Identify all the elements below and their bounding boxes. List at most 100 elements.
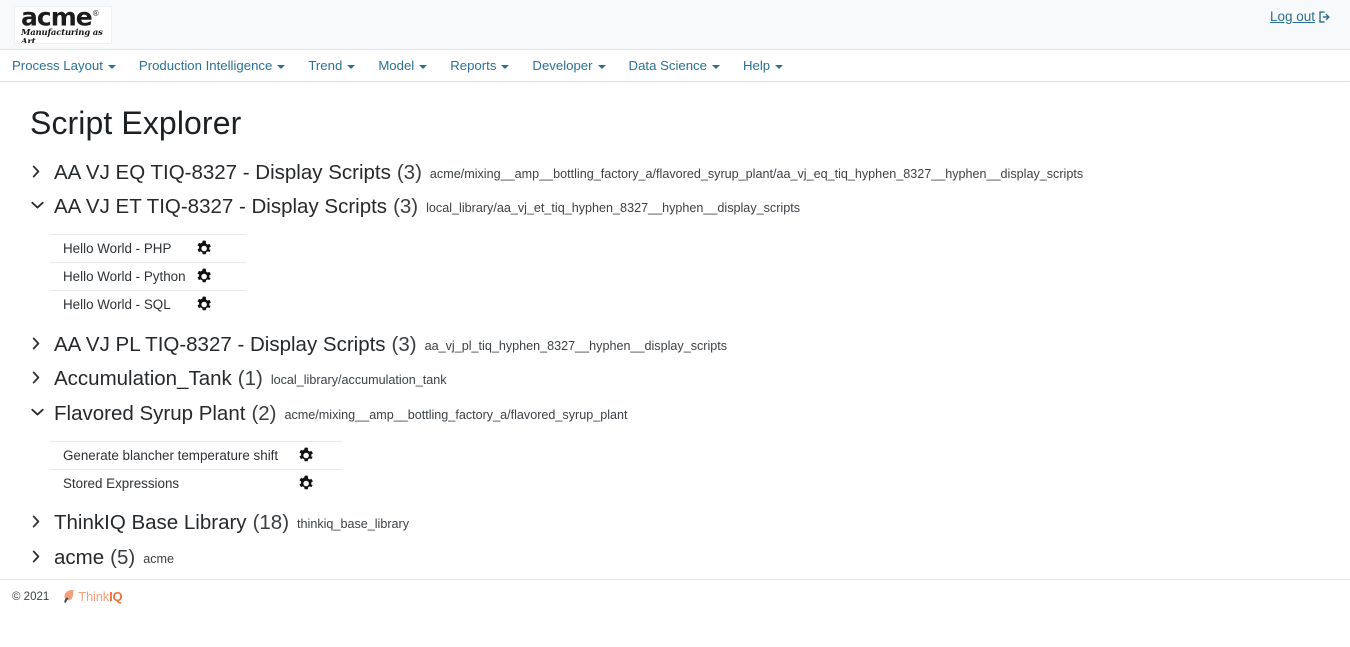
tree-node-path: aa_vj_pl_tiq_hyphen_8327__hyphen__displa… xyxy=(424,338,728,353)
page-content: Script Explorer AA VJ EQ TIQ-8327 - Disp… xyxy=(0,82,1350,613)
tree-node: Accumulation_Tank (1) local_library/accu… xyxy=(30,363,1350,398)
nav-item-process-layout[interactable]: Process Layout xyxy=(12,54,128,77)
gear-icon[interactable] xyxy=(188,268,218,285)
thinkiq-word-iq: IQ xyxy=(109,589,123,604)
script-name: Hello World - PHP xyxy=(63,241,172,256)
thinkiq-leaf-icon xyxy=(62,589,76,604)
nav-label: Process Layout xyxy=(12,58,103,73)
tree-node-header[interactable]: AA VJ ET TIQ-8327 - Display Scripts (3) … xyxy=(30,191,1350,226)
tree-node-path: acme xyxy=(143,551,174,566)
thinkiq-logo[interactable]: ThinkIQ xyxy=(62,589,123,604)
chevron-down-icon[interactable] xyxy=(30,193,54,219)
thinkiq-wordmark: ThinkIQ xyxy=(78,589,122,604)
acme-logo-tagline: Manufacturing as Art xyxy=(21,28,103,44)
tree-node-count: (3) xyxy=(393,195,419,218)
tree-node-header[interactable]: Flavored Syrup Plant (2) acme/mixing__am… xyxy=(30,397,1350,432)
brand-bar: acme® Manufacturing as Art Log out xyxy=(0,0,1350,50)
tree-node-count: (5) xyxy=(110,545,136,569)
tree-node: acme (5) acme xyxy=(30,541,1350,576)
gear-icon[interactable] xyxy=(290,447,320,464)
caret-down-icon xyxy=(347,64,356,69)
nav-item-model[interactable]: Model xyxy=(378,54,439,77)
script-tree: AA VJ EQ TIQ-8327 - Display Scripts (3) … xyxy=(30,156,1350,576)
tree-node-title: AA VJ PL TIQ-8327 - Display Scripts xyxy=(54,332,386,356)
tree-node-path: acme/mixing__amp__bottling_factory_a/fla… xyxy=(429,166,1084,181)
script-name: Hello World - SQL xyxy=(63,297,171,312)
nav-label: Reports xyxy=(450,58,497,73)
list-item[interactable]: Hello World - SQL xyxy=(50,290,246,318)
tree-node-count: (18) xyxy=(252,511,290,534)
tree-children: Hello World - PHP Hello World - Python H… xyxy=(50,234,1350,318)
chevron-right-icon[interactable] xyxy=(30,509,54,535)
tree-children: Generate blancher temperature shift Stor… xyxy=(50,440,1350,497)
registered-trademark-icon: ® xyxy=(91,8,100,18)
nav-item-reports[interactable]: Reports xyxy=(450,54,521,77)
logout-link[interactable]: Log out xyxy=(1270,9,1315,24)
tree-node-path: local_library/aa_vj_et_tiq_hyphen_8327__… xyxy=(426,201,801,215)
nav-item-data-science[interactable]: Data Science xyxy=(629,54,732,77)
nav-label: Developer xyxy=(532,58,593,73)
caret-down-icon xyxy=(775,64,784,69)
tree-node: AA VJ EQ TIQ-8327 - Display Scripts (3) … xyxy=(30,156,1350,191)
acme-logo[interactable]: acme® Manufacturing as Art xyxy=(14,5,112,44)
tree-node: ThinkIQ Base Library (18) thinkiq_base_l… xyxy=(30,507,1350,542)
acme-logo-text: acme xyxy=(21,5,93,32)
script-name: Generate blancher temperature shift xyxy=(63,447,279,463)
caret-down-icon xyxy=(419,64,428,69)
chevron-right-icon[interactable] xyxy=(30,330,54,356)
tree-node-title: Accumulation_Tank xyxy=(54,367,232,390)
nav-label: Help xyxy=(742,58,771,73)
tree-node-header[interactable]: ThinkIQ Base Library (18) thinkiq_base_l… xyxy=(30,507,1350,542)
caret-down-icon xyxy=(107,64,116,69)
tree-node-count: (2) xyxy=(251,401,277,425)
tree-node-title: AA VJ EQ TIQ-8327 - Display Scripts xyxy=(54,160,391,184)
copyright-text: © 2021 xyxy=(12,590,50,603)
tree-node-path: acme/mixing__amp__bottling_factory_a/fla… xyxy=(284,407,628,422)
nav-item-trend[interactable]: Trend xyxy=(308,54,367,77)
list-item[interactable]: Hello World - Python xyxy=(50,262,246,290)
nav-item-help[interactable]: Help xyxy=(743,54,795,77)
sign-out-icon[interactable] xyxy=(1318,10,1332,24)
gear-icon[interactable] xyxy=(290,475,320,492)
gear-icon[interactable] xyxy=(188,240,218,257)
gear-icon[interactable] xyxy=(188,296,218,313)
caret-down-icon xyxy=(597,64,606,69)
tree-node: Flavored Syrup Plant (2) acme/mixing__am… xyxy=(30,397,1350,497)
tree-node-count: (1) xyxy=(237,367,263,390)
nav-label: Trend xyxy=(308,58,343,73)
caret-down-icon xyxy=(501,64,510,69)
list-item[interactable]: Generate blancher temperature shift xyxy=(50,440,342,469)
tree-node-path: local_library/accumulation_tank xyxy=(270,373,447,387)
tree-node-title: ThinkIQ Base Library xyxy=(54,511,247,534)
nav-label: Model xyxy=(378,58,415,73)
tree-node-header[interactable]: Accumulation_Tank (1) local_library/accu… xyxy=(30,363,1350,398)
nav-item-production-intelligence[interactable]: Production Intelligence xyxy=(139,54,297,77)
tree-node-header[interactable]: AA VJ PL TIQ-8327 - Display Scripts (3) … xyxy=(30,328,1350,363)
list-item[interactable]: Stored Expressions xyxy=(50,468,342,497)
chevron-right-icon[interactable] xyxy=(30,543,54,569)
caret-down-icon xyxy=(277,64,286,69)
thinkiq-word-think: Think xyxy=(78,589,110,604)
chevron-right-icon[interactable] xyxy=(30,158,54,184)
tree-node: AA VJ PL TIQ-8327 - Display Scripts (3) … xyxy=(30,328,1350,363)
tree-node-header[interactable]: AA VJ EQ TIQ-8327 - Display Scripts (3) … xyxy=(30,156,1350,191)
page-title: Script Explorer xyxy=(30,105,242,141)
main-navbar: Process Layout Production Intelligence T… xyxy=(0,50,1350,82)
script-name: Stored Expressions xyxy=(63,475,180,491)
page-footer: © 2021 ThinkIQ xyxy=(0,579,1350,613)
chevron-down-icon[interactable] xyxy=(30,399,54,425)
tree-node-title: acme xyxy=(54,545,105,569)
tree-node-title: Flavored Syrup Plant xyxy=(54,401,246,425)
caret-down-icon xyxy=(711,64,720,69)
script-name: Hello World - Python xyxy=(63,269,186,284)
tree-node-count: (3) xyxy=(391,332,417,356)
chevron-right-icon[interactable] xyxy=(30,365,54,391)
tree-node-title: AA VJ ET TIQ-8327 - Display Scripts xyxy=(54,195,388,218)
tree-node-count: (3) xyxy=(396,160,422,184)
logout-area[interactable]: Log out xyxy=(1270,9,1332,24)
tree-node-header[interactable]: acme (5) acme xyxy=(30,541,1350,576)
tree-node-path: thinkiq_base_library xyxy=(297,517,410,531)
list-item[interactable]: Hello World - PHP xyxy=(50,234,246,262)
nav-item-developer[interactable]: Developer xyxy=(532,54,617,77)
nav-label: Data Science xyxy=(628,58,707,73)
